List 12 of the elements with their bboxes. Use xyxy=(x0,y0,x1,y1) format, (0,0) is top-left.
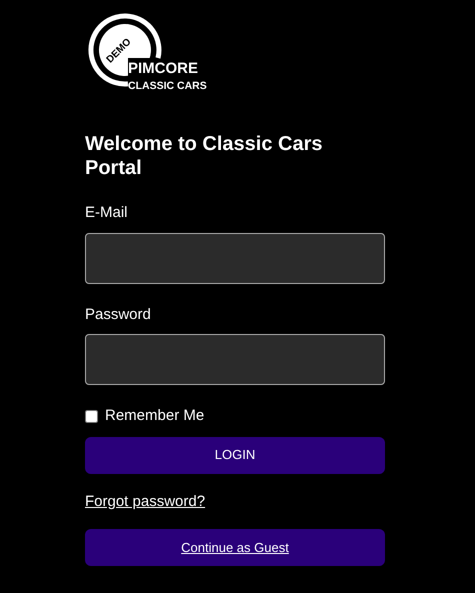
login-button[interactable]: LOGIN xyxy=(85,436,385,474)
forgot-password-link[interactable]: Forgot password? xyxy=(85,490,206,513)
field-label: E-Mail xyxy=(85,203,129,223)
guest-button[interactable]: Continue as Guest xyxy=(85,529,385,566)
field-label: Password xyxy=(85,304,152,324)
remember-checkbox[interactable] xyxy=(85,410,98,423)
email-field[interactable] xyxy=(85,232,385,284)
brand-name: PIMCORE xyxy=(128,60,198,77)
brand-subtitle: CLASSIC CARS xyxy=(128,80,207,92)
page-heading: Welcome to Classic Cars Portal xyxy=(85,132,324,180)
password-field[interactable] xyxy=(85,334,385,385)
checkbox-label: Remember Me xyxy=(105,406,204,426)
